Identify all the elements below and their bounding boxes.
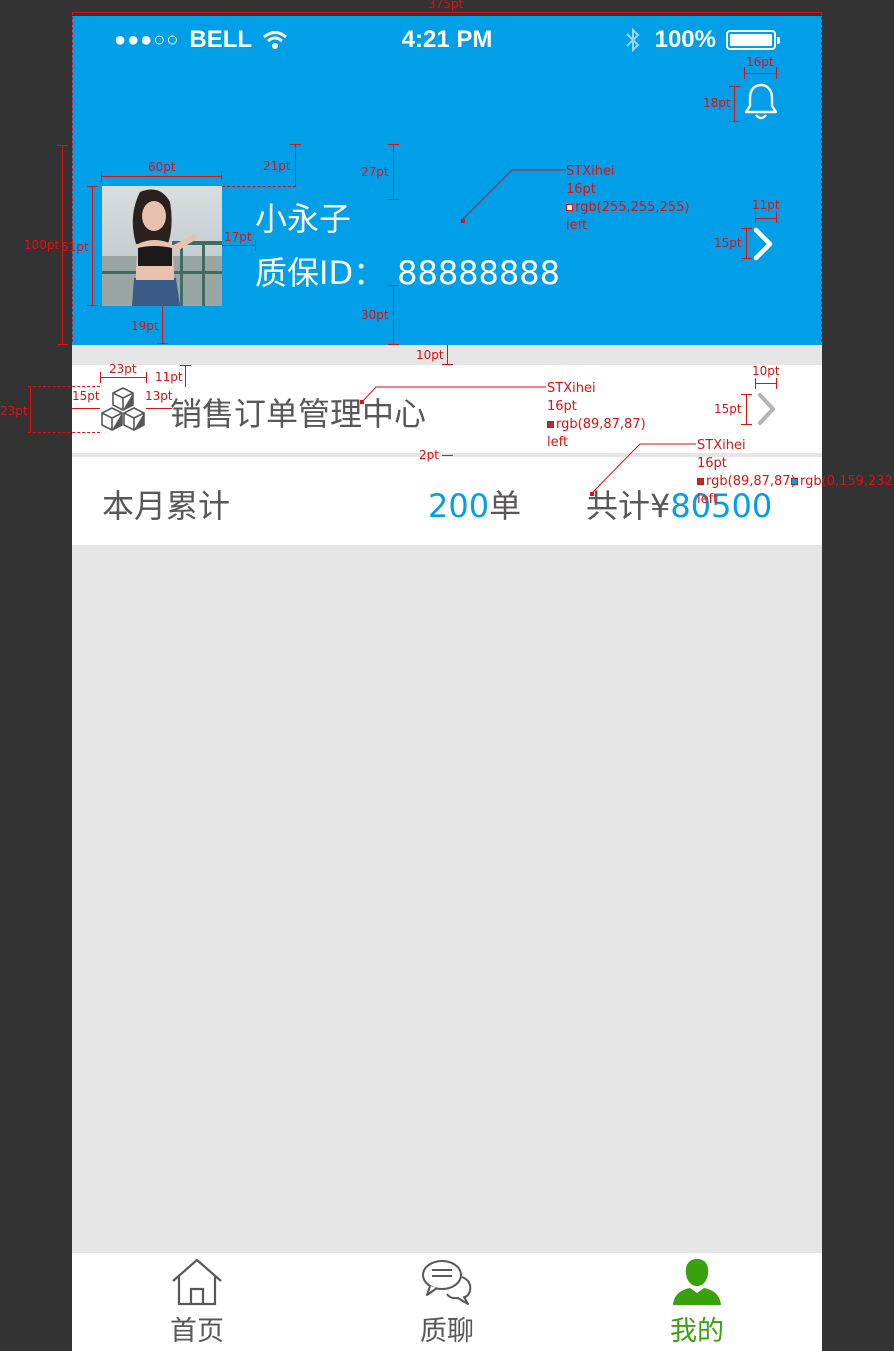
anno-name-gap: 17pt	[224, 230, 252, 244]
anno-name-top: 27pt	[361, 165, 389, 179]
anno-spec-1: STXihei 16pt rgb(255,255,255) left	[566, 164, 690, 233]
anno-bell-w: 16pt	[746, 55, 774, 69]
chevron-right-icon[interactable]	[752, 226, 776, 262]
anno-spec-3: STXihei 16pt rgb(89,87,87) left	[697, 438, 796, 507]
anno-leader-2	[361, 386, 546, 403]
anno-header-h: 100pt	[24, 238, 60, 252]
bluetooth-icon	[625, 27, 640, 53]
user-icon	[673, 1259, 721, 1305]
anno-bell-h: 18pt	[703, 96, 731, 110]
anno-section-gap: 10pt	[416, 348, 444, 362]
order-count-value: 200	[428, 487, 490, 525]
user-id-value: 88888888	[397, 254, 560, 292]
chat-icon	[422, 1260, 472, 1305]
battery-percent: 100%	[654, 26, 716, 53]
anno-id-bottom: 30pt	[361, 308, 389, 322]
monthly-stats-label: 本月累计	[102, 487, 231, 525]
anno-spec-2: STXihei 16pt rgb(89,87,87) left	[547, 381, 646, 450]
anno-icon-gap: 13pt	[145, 389, 173, 403]
anno-icon-top: 11pt	[155, 370, 183, 384]
order-count-unit: 单	[489, 487, 522, 525]
anno-avatar-bottom: 19pt	[131, 319, 159, 333]
tab-me[interactable]: 我的	[572, 1253, 822, 1351]
avatar[interactable]	[102, 186, 222, 306]
battery-icon	[726, 30, 780, 50]
tab-label-chat: 质聊	[420, 1316, 474, 1347]
home-icon	[172, 1258, 222, 1306]
user-id: 质保ID： 88888888	[255, 248, 560, 294]
user-nickname: 小永子	[255, 200, 352, 238]
order-count: 200单	[428, 481, 521, 527]
anno-order-chev-h: 15pt	[714, 402, 742, 416]
anno-divider: 2pt	[419, 448, 439, 462]
phone-screen: ●●●○○ BELL 4:21 PM 100% 小永子 质保ID： 888888…	[72, 16, 822, 1351]
chevron-right-icon[interactable]	[756, 391, 778, 427]
avatar-photo	[102, 186, 222, 306]
tab-chat[interactable]: 质聊	[322, 1253, 572, 1351]
anno-width-total: 375pt	[428, 0, 464, 11]
anno-avatar-top: 21pt	[263, 159, 291, 173]
anno-spec-3-color2: rgb(0,159,232)	[791, 473, 894, 491]
anno-chev-w: 11pt	[752, 198, 780, 212]
tab-label-home: 首页	[170, 1316, 224, 1347]
anno-chev-h: 15pt	[714, 236, 742, 250]
tab-label-me: 我的	[670, 1316, 724, 1347]
profile-header[interactable]: ●●●○○ BELL 4:21 PM 100% 小永子 质保ID： 888888…	[72, 16, 822, 345]
status-right: 100%	[625, 26, 780, 54]
anno-leader-3	[591, 443, 696, 494]
anno-leader-1	[461, 169, 566, 221]
user-id-label: 质保ID：	[255, 254, 386, 292]
bell-icon[interactable]	[744, 82, 778, 122]
tab-home[interactable]: 首页	[72, 1253, 322, 1351]
anno-icon-left: 15pt	[72, 389, 100, 403]
tab-bar: 首页 质聊 我的	[72, 1253, 822, 1351]
anno-order-chev-w: 10pt	[752, 364, 780, 378]
anno-icon-w: 23pt	[109, 362, 137, 376]
anno-row-h: 23pt	[0, 404, 28, 418]
anno-avatar-w: 60pt	[148, 160, 176, 174]
boxes-icon	[101, 387, 145, 431]
status-bar: ●●●○○ BELL 4:21 PM 100%	[72, 16, 822, 64]
anno-avatar-h: 61pt	[61, 240, 89, 254]
